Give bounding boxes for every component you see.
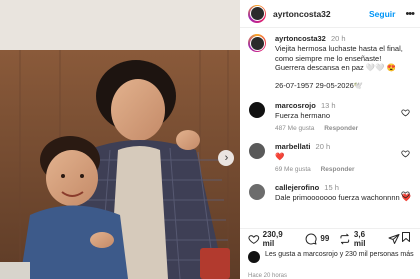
post-image <box>0 0 240 279</box>
more-options-icon[interactable]: ••• <box>405 8 415 20</box>
shares-count: 3,6 mil <box>353 229 366 248</box>
post-header: ayrtoncosta32 Seguir ••• <box>240 0 420 28</box>
post-timestamp: Hace 20 horas <box>248 273 288 279</box>
send-button[interactable] <box>388 233 400 245</box>
comment-text: Fuerza hermano <box>275 110 331 120</box>
commenter-avatar[interactable] <box>248 182 266 201</box>
caption-username[interactable]: ayrtoncosta32 <box>275 34 326 43</box>
liker-avatar <box>248 251 260 263</box>
caption-time: 20 h <box>330 34 346 43</box>
comments-list[interactable]: ayrtoncosta32 20 h Viejita hermosa lucha… <box>240 29 420 225</box>
comments-count: 99 <box>320 234 330 243</box>
comment-time: 20 h <box>315 141 331 151</box>
heart-icon[interactable] <box>401 108 410 117</box>
author-avatar[interactable] <box>248 4 266 23</box>
commenter-avatar[interactable] <box>248 141 266 160</box>
comment-likes[interactable]: 487 Me gusta <box>275 125 314 132</box>
comment-text: ❤️ <box>275 151 285 161</box>
heart-icon[interactable] <box>401 149 410 158</box>
chevron-right-icon: › <box>224 151 229 164</box>
commenter-avatar[interactable] <box>248 100 266 119</box>
repost-icon <box>340 233 350 244</box>
post-photo[interactable]: › <box>0 0 240 279</box>
commenter-username[interactable]: marbellati <box>275 142 310 151</box>
comment-time: 15 h <box>324 182 339 192</box>
like-button[interactable]: 230,9 mil <box>248 230 295 248</box>
caption-dates: 26-07-1957 29-05-2026🕊️ <box>275 80 364 90</box>
caption-avatar[interactable] <box>248 34 266 52</box>
bookmark-icon <box>402 231 410 242</box>
post-caption: ayrtoncosta32 20 h Viejita hermosa lucha… <box>248 34 412 91</box>
liked-by-row[interactable]: Les gusta a marcosrojo y 230 mil persona… <box>248 250 414 263</box>
heart-icon[interactable] <box>401 190 410 199</box>
commenter-username[interactable]: marcosrojo <box>275 101 316 110</box>
comment-button[interactable]: 99 <box>305 233 329 245</box>
comment-icon <box>305 233 317 244</box>
comment-text: Dale primooooooo fuerza wachonnnn ❤️ <box>275 192 412 202</box>
commenter-username[interactable]: callejerofino <box>275 183 319 192</box>
liked-by-text: Les gusta a marcosrojo y 230 mil persona… <box>265 251 414 258</box>
author-username[interactable]: ayrtoncosta32 <box>273 9 331 19</box>
post-actions-bar: 230,9 mil 99 3,6 mil <box>240 228 420 248</box>
heart-icon <box>248 234 260 244</box>
likes-count: 230,9 mil <box>262 229 283 248</box>
carousel-next-button[interactable]: › <box>218 150 234 166</box>
comment-item: marbellati 20 h ❤️ 69 Me gusta Responder <box>248 141 412 173</box>
post-sidebar: ayrtoncosta32 Seguir ••• ayrtoncosta32 2… <box>240 0 420 279</box>
comment-likes[interactable]: 69 Me gusta <box>275 166 311 173</box>
caption-text: Viejita hermosa luchaste hasta el final,… <box>275 44 403 72</box>
reply-button[interactable]: Responder <box>321 166 355 173</box>
follow-button[interactable]: Seguir <box>369 9 395 19</box>
comment-item: marcosrojo 13 h Fuerza hermano 487 Me gu… <box>248 100 412 132</box>
reply-button[interactable]: Responder <box>324 125 358 132</box>
repost-button[interactable]: 3,6 mil <box>339 230 378 248</box>
comment-time: 13 h <box>320 100 336 110</box>
save-button[interactable] <box>400 230 412 248</box>
send-icon <box>388 233 400 244</box>
comment-item: callejerofino 15 h Dale primooooooo fuer… <box>248 182 412 203</box>
